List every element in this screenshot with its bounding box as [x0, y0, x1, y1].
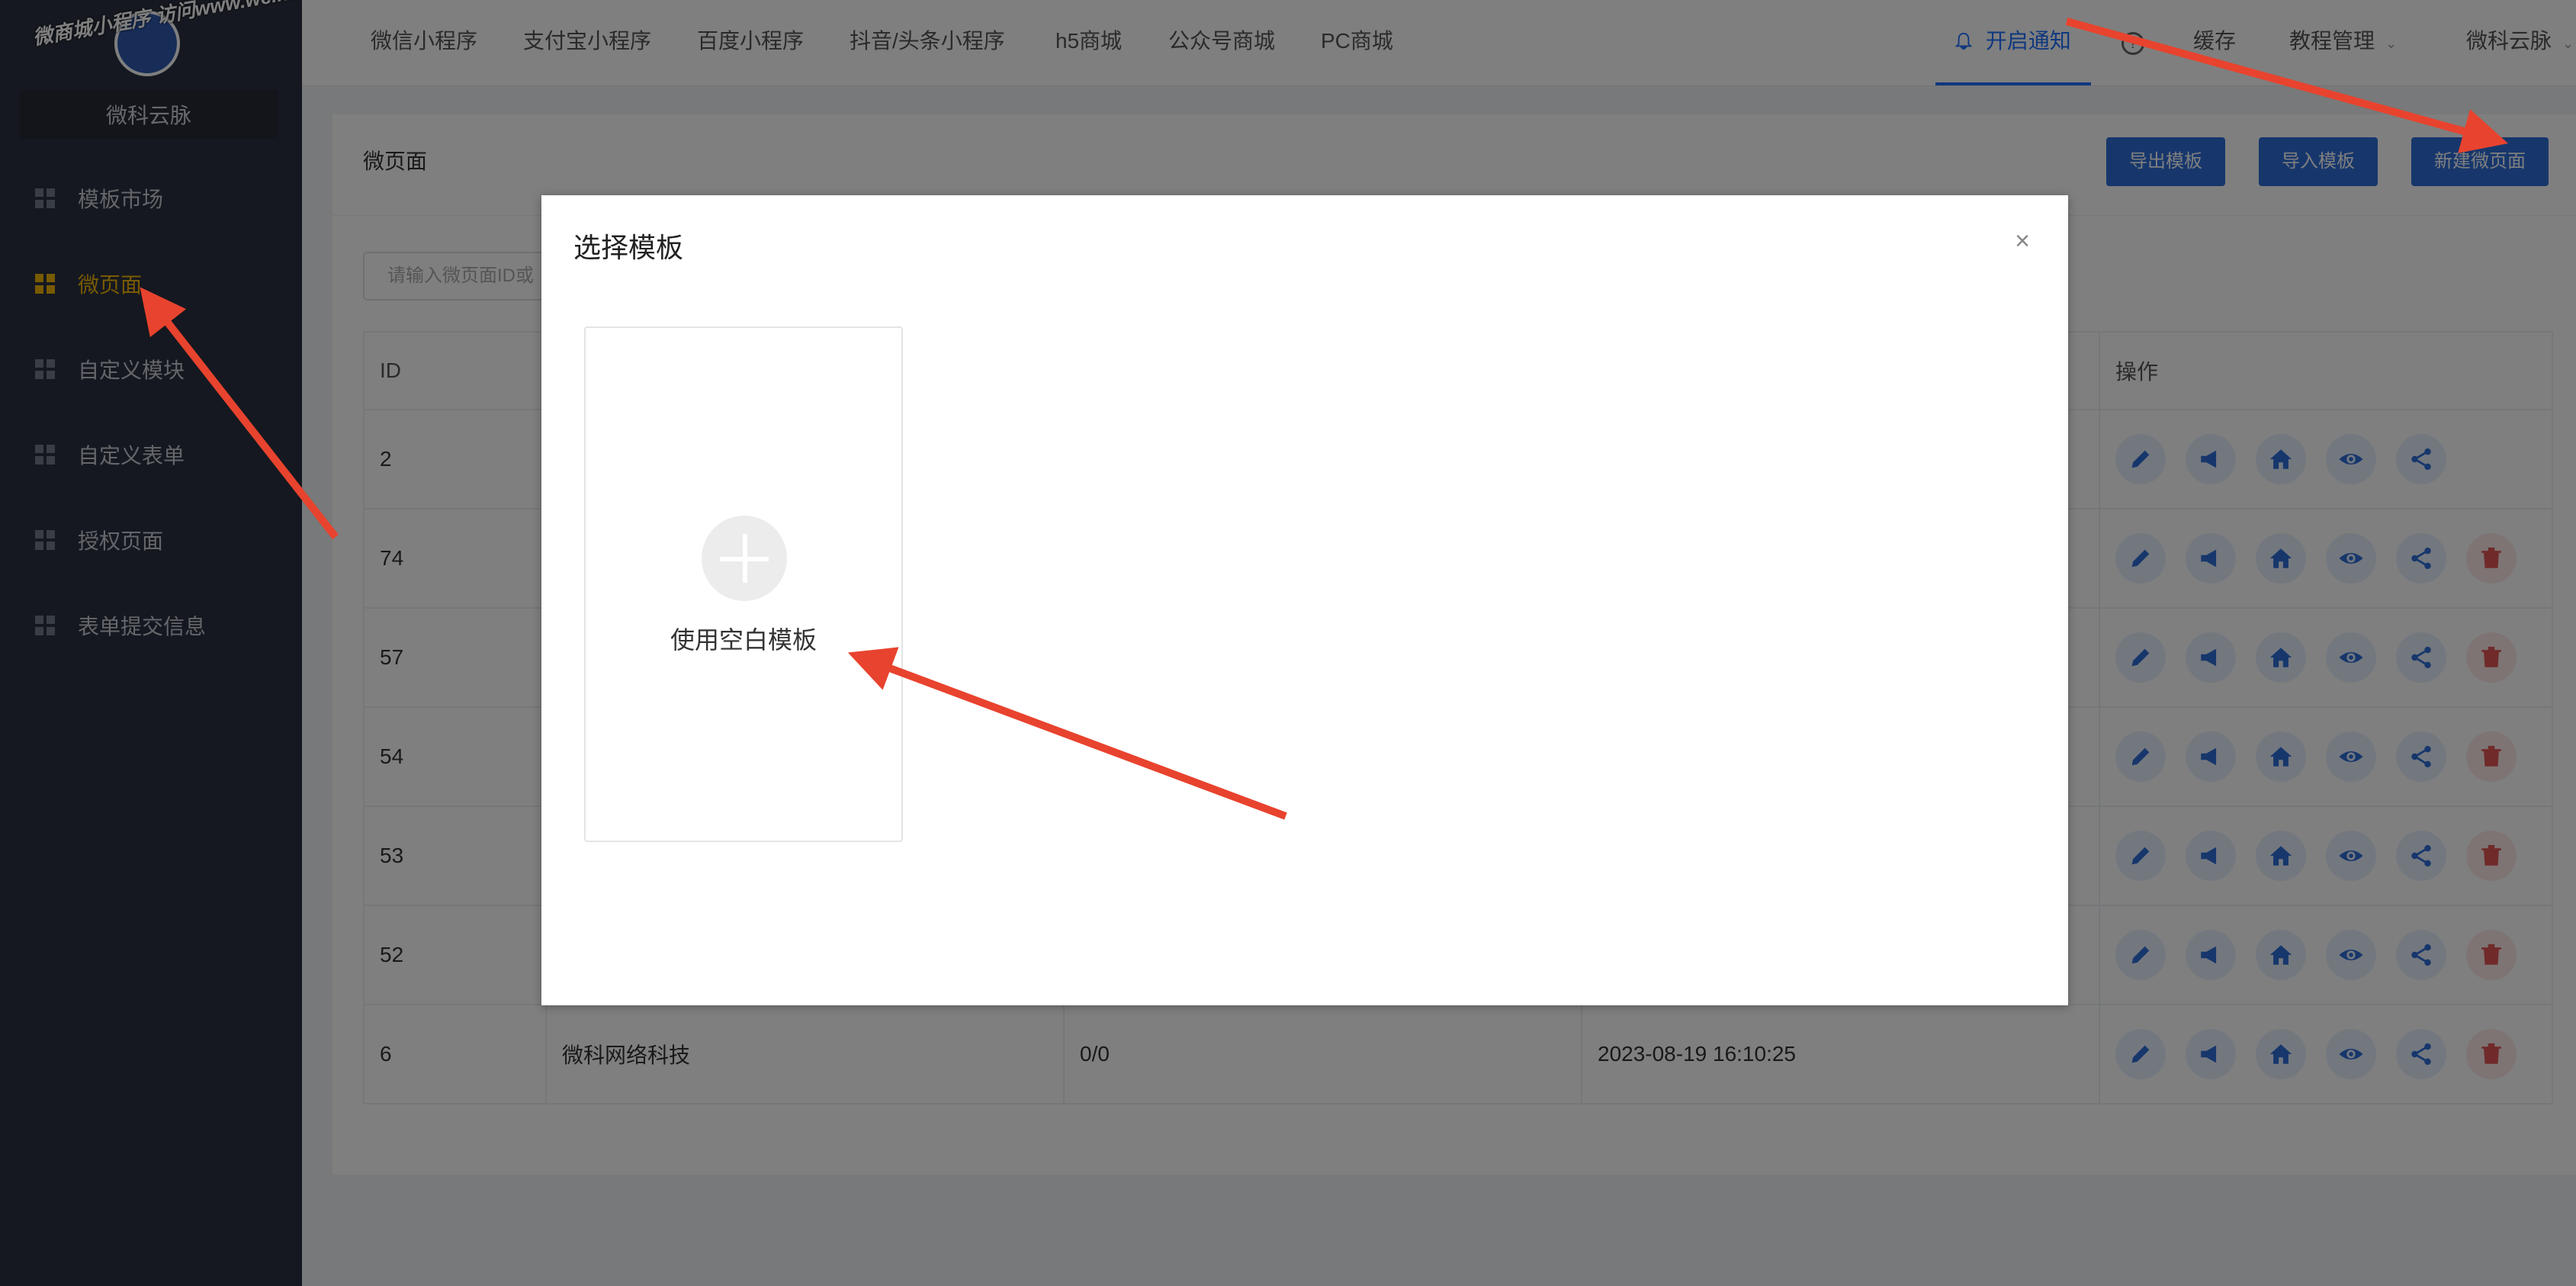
close-icon[interactable]: ×: [2007, 226, 2038, 256]
template-select-modal: 选择模板 × 使用空白模板: [541, 195, 2068, 1005]
blank-template-card[interactable]: 使用空白模板: [584, 326, 903, 842]
blank-template-label: 使用空白模板: [670, 626, 817, 654]
modal-title: 选择模板: [573, 232, 684, 263]
plus-icon: [702, 516, 787, 601]
